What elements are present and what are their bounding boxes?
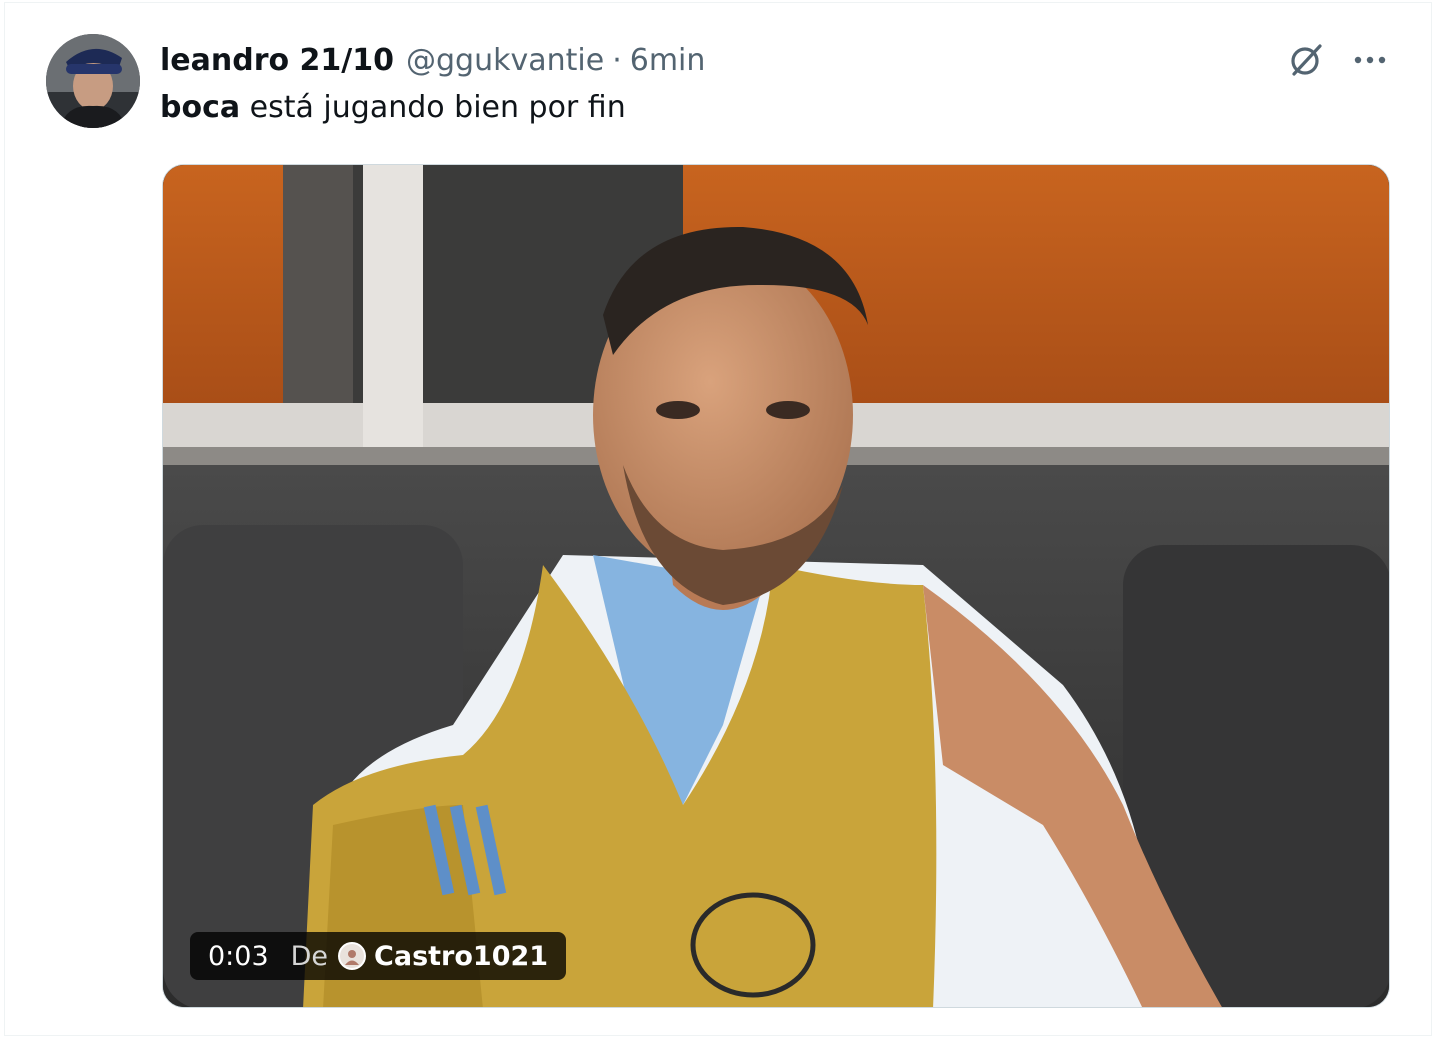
author-display-name[interactable]: leandro 21/10	[160, 43, 394, 78]
author-handle[interactable]: @ggukvantie	[406, 43, 604, 78]
tweet-header: leandro 21/10 @ggukvantie · 6min	[160, 38, 705, 82]
source-avatar[interactable]	[338, 942, 367, 970]
tweet-text-rest: está jugando bien por fin	[240, 90, 626, 125]
more-horizontal-icon	[1354, 56, 1386, 64]
tweet-text: boca está jugando bien por fin	[160, 90, 626, 125]
video-frame	[163, 165, 1389, 1007]
header-separator: ·	[612, 42, 622, 78]
video-player[interactable]	[162, 164, 1390, 1008]
tweet-timestamp[interactable]: 6min	[630, 43, 706, 78]
grok-button[interactable]	[1282, 36, 1330, 84]
video-from-label: De	[290, 940, 329, 972]
video-duration: 0:03	[208, 940, 269, 972]
more-options-button[interactable]	[1346, 36, 1394, 84]
video-info-overlay: 0:03 De Castro1021	[190, 932, 567, 980]
video-source-name[interactable]: Castro1021	[374, 941, 548, 972]
grok-icon	[1291, 44, 1322, 76]
author-avatar[interactable]	[46, 34, 140, 128]
tweet-text-bold: boca	[160, 90, 241, 125]
